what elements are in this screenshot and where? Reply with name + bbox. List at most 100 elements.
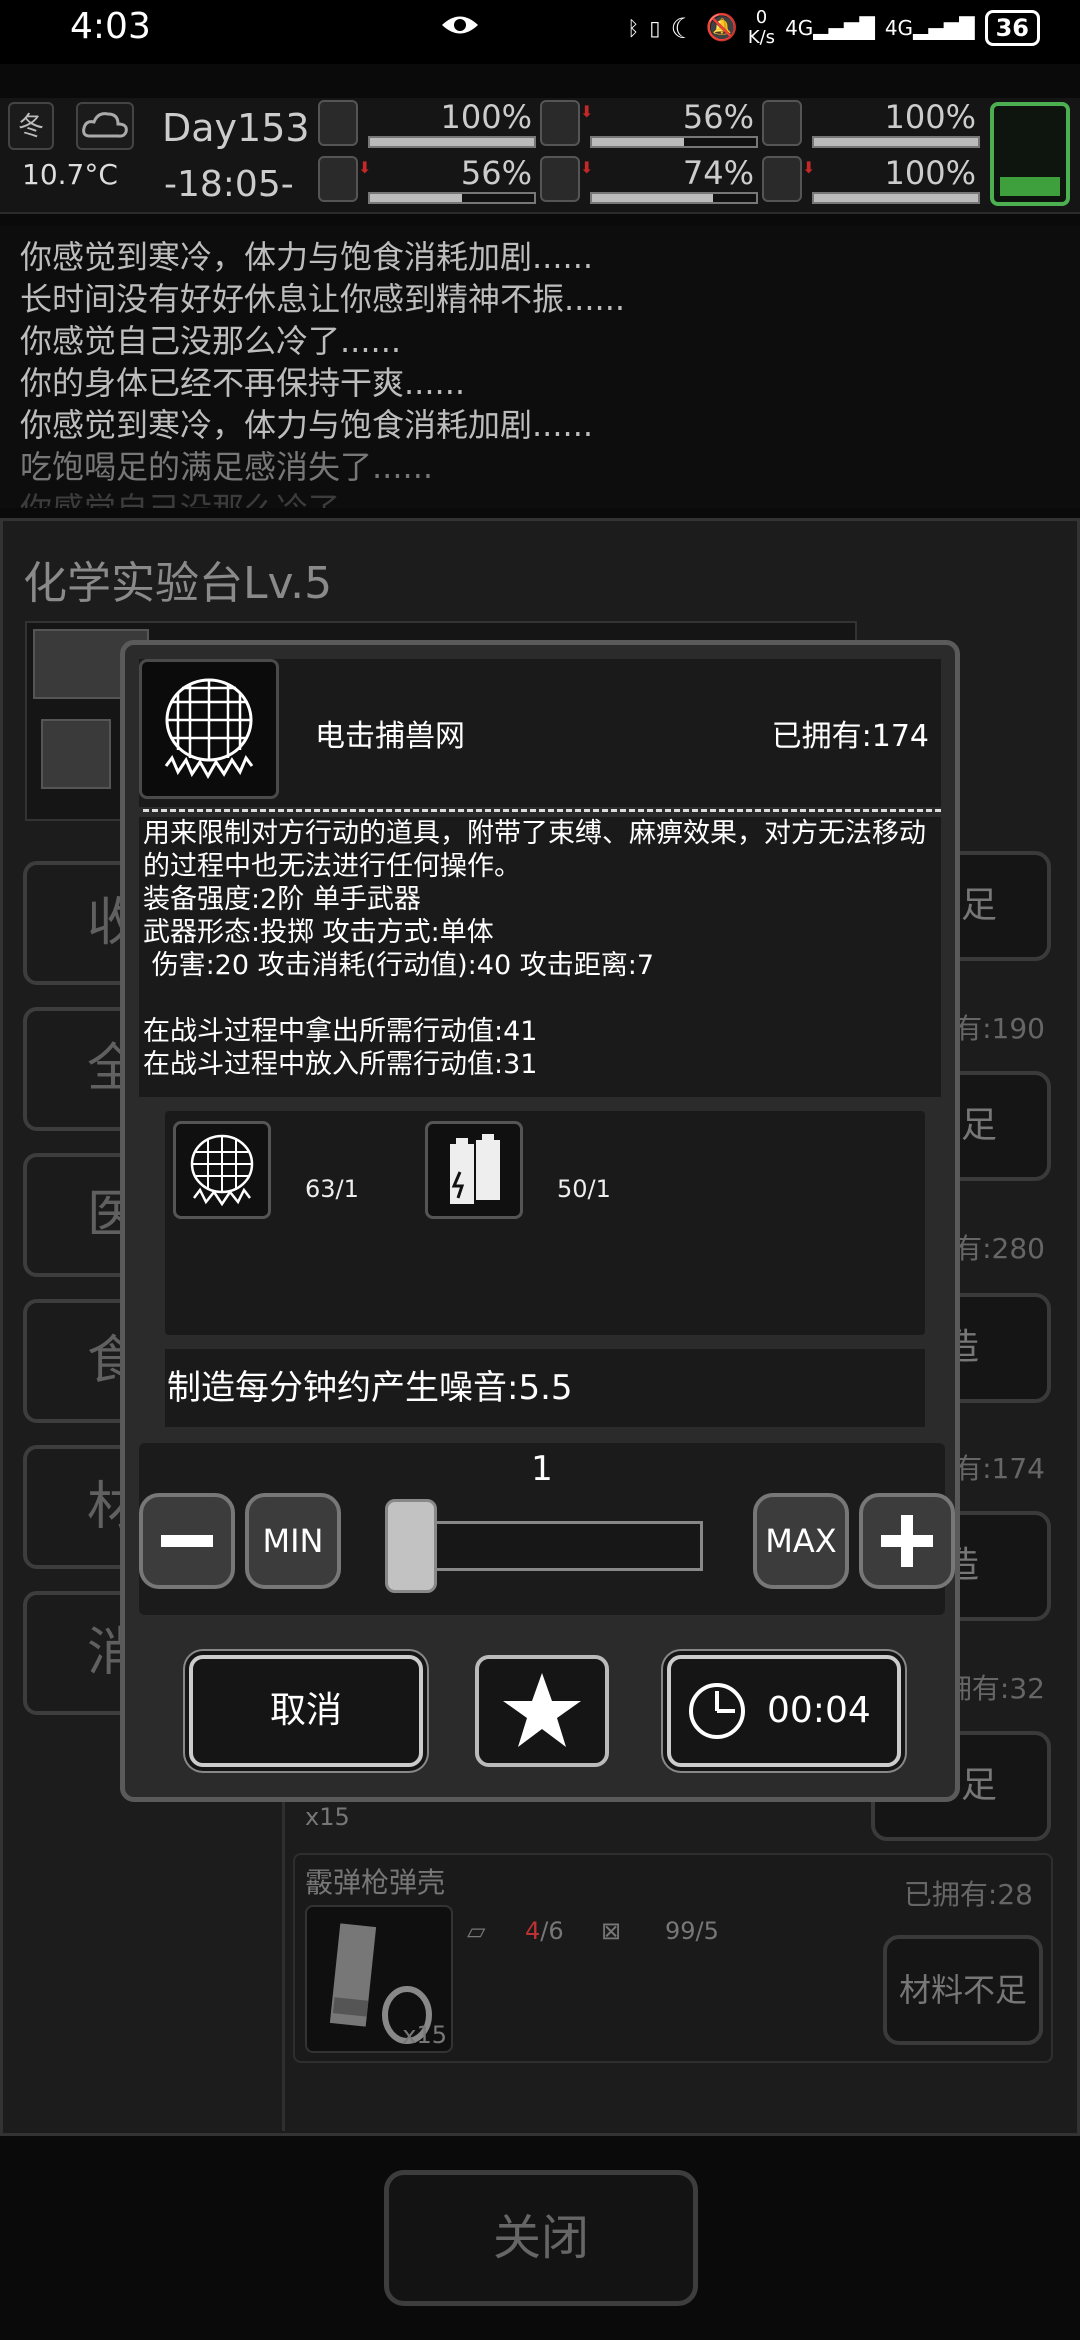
status-hud: 冬 10.7°C Day153 -18:05- 100% ⬇ 56% 100% … [0, 98, 1080, 214]
temperature: 10.7°C [22, 158, 118, 191]
minus-icon [161, 1535, 213, 1547]
craft-button[interactable]: 材料不足 [883, 1935, 1043, 2045]
description-line: 伤害:20 攻击消耗(行动值):40 攻击距离:7 [143, 950, 654, 981]
stat-bar [590, 192, 758, 204]
description-line: 装备强度:2阶 单手武器 [143, 884, 421, 915]
vibrate-icon: ▯ [649, 16, 661, 40]
plus-icon [881, 1515, 933, 1567]
message-log: 你感觉到寒冷，体力与饱食消耗加剧...... 长时间没有好好休息让你感到精神不振… [0, 226, 1080, 508]
stat-bar [368, 136, 536, 148]
day-counter: Day153 [162, 106, 310, 150]
net-speed: 0 K/s [747, 7, 776, 48]
log-line: 长时间没有好好休息让你感到精神不振...... [20, 280, 626, 318]
description-line: 在战斗过程中拿出所需行动值:41 [143, 1016, 538, 1047]
log-line: 你感觉到寒冷，体力与饱食消耗加剧...... [20, 406, 594, 444]
battery-icon[interactable] [425, 1121, 523, 1219]
owned-count: 有:190 [954, 1012, 1045, 1045]
shell-icon: x15 [305, 1905, 453, 2053]
net-icon[interactable] [173, 1121, 271, 1219]
recipe-card[interactable]: 霰弹枪弹壳 已拥有:28 x15 ▱ 4/6 ⊠ 99/5 材料不足 [293, 1853, 1053, 2063]
divider [143, 809, 941, 812]
log-line: 你感觉自己没那么冷了...... [20, 322, 402, 360]
stat-bar [812, 136, 980, 148]
star-icon [503, 1673, 581, 1747]
slider-handle[interactable] [385, 1499, 437, 1593]
status-time: 4:03 [70, 6, 151, 47]
material-count: 99/5 [665, 1917, 719, 1945]
materials-panel: 63/1 50/1 [165, 1111, 925, 1335]
item-description: 用来限制对方行动的道具，附带了束缚、麻痹效果，对方无法移动的过程中也无法进行任何… [139, 817, 941, 1097]
stat-stamina: ⬇ 56% [318, 154, 536, 206]
favorite-button[interactable] [475, 1655, 609, 1767]
min-button[interactable]: MIN [245, 1493, 341, 1589]
electric-net-icon [139, 659, 279, 799]
decrease-button[interactable] [139, 1493, 235, 1589]
owned-count: 有:174 [954, 1452, 1045, 1485]
stamina-gauge[interactable] [990, 102, 1070, 206]
stat-mood: 100% [762, 98, 980, 150]
description-line [143, 982, 933, 1015]
season-badge: 冬 [8, 102, 54, 150]
log-line: 你感觉到寒冷，体力与饱食消耗加剧...... [20, 238, 594, 276]
stat-hunger: ⬇ 56% [540, 98, 758, 150]
down-arrow-icon: ⬇ [580, 102, 594, 121]
craft-time: 00:04 [767, 1690, 871, 1731]
powder-icon: ▱ [467, 1917, 486, 1945]
material-count: 50/1 [557, 1175, 611, 1203]
stat-heart: ⬇ 100% [762, 154, 980, 206]
craft-dialog: 电击捕兽网 已拥有:174 用来限制对方行动的道具，附带了束缚、麻痹效果，对方无… [120, 640, 960, 1802]
quantity-panel: 1 MIN MAX [139, 1443, 955, 1615]
stat-bar [368, 192, 536, 204]
description-line: 武器形态:投掷 攻击方式:单体 [143, 917, 494, 948]
description-line: 在战斗过程中放入所需行动值:31 [143, 1049, 538, 1080]
owned-count: 有:280 [954, 1232, 1045, 1265]
quantity-value: 1 [531, 1449, 553, 1489]
recipe-quantity: x15 [305, 1803, 350, 1831]
item-header: 电击捕兽网 已拥有:174 [139, 659, 941, 807]
mute-icon: 🔕 [705, 13, 738, 43]
max-button[interactable]: MAX [753, 1493, 849, 1589]
stat-thirst: ⬇ 74% [540, 154, 758, 206]
signal-1-icon: 4G▂▄▆█ [785, 16, 875, 40]
down-arrow-icon: ⬇ [580, 158, 594, 177]
heart-icon [762, 156, 802, 202]
log-line: 你感觉自己没那么冷了...... [20, 488, 1060, 508]
stat-bar [812, 192, 980, 204]
noise-info: 制造每分钟约产生噪音:5.5 [165, 1349, 925, 1427]
material-count: 4/6 [525, 1917, 564, 1945]
log-line: 你的身体已经不再保持干爽...... [20, 364, 466, 402]
material-count: 63/1 [305, 1175, 359, 1203]
description-line: 用来限制对方行动的道具，附带了束缚、麻痹效果，对方无法移动的过程中也无法进行任何… [143, 818, 926, 882]
preview-image [41, 719, 111, 789]
battery-indicator: 36 [984, 10, 1040, 46]
stomach-icon [540, 100, 580, 146]
craft-time-button[interactable]: 00:04 [667, 1655, 901, 1767]
owned-count: 已拥有:28 [903, 1878, 1033, 1911]
water-drop-icon [540, 156, 580, 202]
eye-comfort-icon [440, 12, 480, 42]
recipe-name: 霰弹枪弹壳 [305, 1866, 446, 1899]
close-button[interactable]: 关闭 [384, 2170, 698, 2306]
item-name: 电击捕兽网 [315, 719, 465, 754]
bluetooth-icon: ᛒ [627, 16, 640, 40]
down-arrow-icon: ⬇ [802, 158, 816, 177]
item-owned-count: 已拥有:174 [771, 719, 929, 754]
log-line: 吃饱喝足的满足感消失了...... [20, 448, 434, 486]
down-arrow-icon: ⬇ [358, 158, 372, 177]
boot-icon [318, 156, 358, 202]
mood-icon [762, 100, 802, 146]
cancel-button[interactable]: 取消 [189, 1655, 423, 1767]
stat-bar [590, 136, 758, 148]
signal-2-icon: 4G▂▄▆█ [884, 16, 975, 40]
metal-icon: ⊠ [601, 1917, 622, 1945]
increase-button[interactable] [859, 1493, 955, 1589]
status-bar: 4:03 ᛒ ▯ ☾ 🔕 0 K/s 4G▂▄▆█ 4G▂▄▆█ 36 [0, 0, 1080, 64]
cloud-icon [76, 102, 134, 150]
game-clock: -18:05- [164, 164, 294, 205]
clock-icon [689, 1683, 745, 1739]
quantity-slider[interactable] [393, 1521, 703, 1571]
moon-icon: ☾ [670, 11, 696, 45]
stat-health: 100% [318, 98, 536, 150]
workbench-title: 化学实验台Lv.5 [23, 558, 333, 609]
medkit-icon [318, 100, 358, 146]
